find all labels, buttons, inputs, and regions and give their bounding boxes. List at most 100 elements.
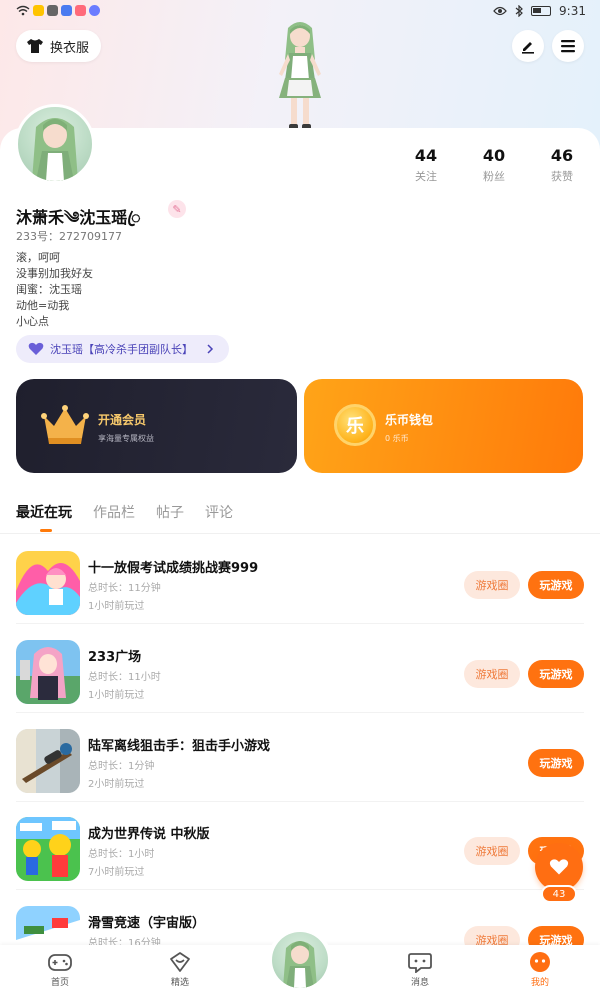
status-time: 9:31 (559, 4, 586, 18)
battery-icon (531, 6, 552, 16)
user-avatar[interactable] (15, 104, 95, 184)
profile-face-icon (530, 952, 550, 972)
game-title: 十一放假考试成绩挑战赛999 (88, 561, 259, 576)
avatar-portrait-image (32, 118, 78, 181)
wallet-title: 乐币钱包 (385, 413, 434, 427)
stat-following-value: 44 (414, 146, 438, 165)
user-id: 233号：272709177 (16, 230, 122, 243)
relationship-tag[interactable]: 沈玉瑶【高冷杀手团副队长】 (16, 335, 229, 363)
relationship-tag-label: 沈玉瑶【高冷杀手团副队长】 (50, 343, 193, 356)
stat-fans[interactable]: 40 粉丝 (464, 146, 524, 184)
game-row[interactable]: 十一放假考试成绩挑战赛999 总时长：11分钟 1小时前玩过 游戏圈 玩游戏 (16, 536, 584, 624)
profile-tabs: 最近在玩 作品栏 帖子 评论 (16, 502, 233, 522)
stat-following[interactable]: 44 关注 (396, 146, 456, 184)
app-notification-icon (33, 5, 44, 16)
favorite-count-badge: 43 (541, 885, 577, 903)
nav-avatar-button[interactable] (268, 928, 332, 992)
nav-avatar-image (272, 932, 328, 988)
coin-icon-label: 乐 (346, 416, 364, 437)
nav-messages[interactable]: 消息 (390, 951, 450, 988)
play-game-button[interactable]: 玩游戏 (528, 660, 584, 688)
game-last-played: 1小时前玩过 (88, 601, 145, 612)
game-circle-button[interactable]: 游戏圈 (464, 837, 520, 865)
coin-wallet-card[interactable]: 乐 乐币钱包 0 乐币 (304, 379, 583, 473)
eye-icon (493, 6, 507, 16)
mail-notification-icon (61, 5, 72, 16)
vip-membership-card[interactable]: 开通会员 享海量专属权益 (16, 379, 297, 473)
game-last-played: 2小时前玩过 (88, 779, 145, 790)
app-root: 9:31 换衣服 44 关注 40 粉丝 46 获赞 沐萧禾༄沈玉瑶ꦿ ✎ 23… (0, 0, 600, 1000)
game-thumbnail (16, 817, 80, 881)
hamburger-menu-icon (561, 40, 575, 53)
game-play-duration: 总时长：1分钟 (88, 761, 155, 772)
bio-line: 没事别加我好友 (16, 267, 93, 280)
coin-icon: 乐 (334, 404, 376, 446)
stat-likes[interactable]: 46 获赞 (532, 146, 592, 184)
favorite-button[interactable] (535, 843, 583, 891)
3d-avatar-figure[interactable] (255, 20, 345, 132)
heart-icon (549, 859, 569, 875)
game-last-played: 1小时前玩过 (88, 690, 145, 701)
game-row[interactable]: 成为世界传说 中秋版 总时长：1小时 7小时前玩过 游戏圈 玩游戏 (16, 802, 584, 890)
game-row[interactable]: 陆军离线狙击手：狙击手小游戏 总时长：1分钟 2小时前玩过 玩游戏 (16, 714, 584, 802)
bio-line: 动他=动我 (16, 299, 70, 312)
bluetooth-icon (515, 5, 523, 17)
nav-avatar-portrait (283, 941, 317, 988)
game-circle-button[interactable]: 游戏圈 (464, 571, 520, 599)
wallet-balance: 0 乐币 (385, 434, 409, 443)
nav-home-label: 首页 (50, 978, 69, 988)
game-row[interactable]: 233广场 总时长：11小时 1小时前玩过 游戏圈 玩游戏 (16, 625, 584, 713)
edit-profile-button[interactable] (512, 30, 544, 62)
bio-line: 闺蜜：沈玉瑶 (16, 283, 82, 296)
stat-likes-label: 获赞 (551, 170, 573, 183)
pen-icon (522, 42, 534, 54)
tab-active-indicator (40, 529, 52, 532)
menu-button[interactable] (552, 30, 584, 62)
game-circle-button[interactable]: 游戏圈 (464, 660, 520, 688)
featured-icon (170, 952, 190, 972)
game-play-duration: 总时长：11小时 (88, 672, 161, 683)
stat-following-label: 关注 (415, 170, 437, 183)
status-icons-left (16, 5, 100, 16)
tab-recently-played[interactable]: 最近在玩 (16, 502, 72, 522)
chat-notification-icon (47, 5, 58, 16)
tab-posts[interactable]: 帖子 (156, 502, 184, 522)
nav-featured-label: 精选 (170, 978, 189, 988)
shirt-icon (27, 39, 43, 53)
tab-works[interactable]: 作品栏 (93, 502, 135, 522)
game-play-duration: 总时长：1小时 (88, 849, 155, 860)
game-last-played: 7小时前玩过 (88, 867, 145, 878)
vip-title: 开通会员 (98, 413, 147, 427)
stat-fans-label: 粉丝 (483, 170, 505, 183)
message-icon (408, 953, 432, 973)
nav-me[interactable]: 我的 (510, 951, 570, 988)
change-outfit-button[interactable]: 换衣服 (16, 30, 102, 62)
wifi-icon (16, 5, 30, 16)
nav-featured[interactable]: 精选 (150, 951, 210, 988)
gallery-notification-icon (75, 5, 86, 16)
stat-fans-value: 40 (482, 146, 506, 165)
game-thumbnail (16, 551, 80, 615)
user-badge-icon[interactable]: ✎ (168, 200, 186, 218)
play-game-button[interactable]: 玩游戏 (528, 749, 584, 777)
tabs-divider (0, 533, 600, 534)
nav-home[interactable]: 首页 (30, 951, 90, 988)
game-title: 陆军离线狙击手：狙击手小游戏 (88, 739, 271, 754)
game-thumbnail-image (16, 817, 80, 881)
bio-line: 滚，呵呵 (16, 251, 60, 264)
gamepad-icon (48, 954, 72, 971)
chevron-right-icon (207, 344, 214, 354)
game-title: 233广场 (88, 650, 142, 665)
stat-likes-value: 46 (550, 146, 574, 165)
game-thumbnail (16, 640, 80, 704)
game-play-duration: 总时长：11分钟 (88, 583, 161, 594)
nav-messages-label: 消息 (410, 978, 429, 988)
nav-me-label: 我的 (530, 978, 549, 988)
tab-comments[interactable]: 评论 (205, 502, 233, 522)
game-thumbnail-image (16, 551, 80, 615)
crown-icon (41, 405, 89, 444)
play-game-button[interactable]: 玩游戏 (528, 571, 584, 599)
bio-line: 小心点 (16, 315, 49, 328)
app-store-notification-icon (89, 5, 100, 16)
status-icons-right: 9:31 (493, 4, 586, 18)
